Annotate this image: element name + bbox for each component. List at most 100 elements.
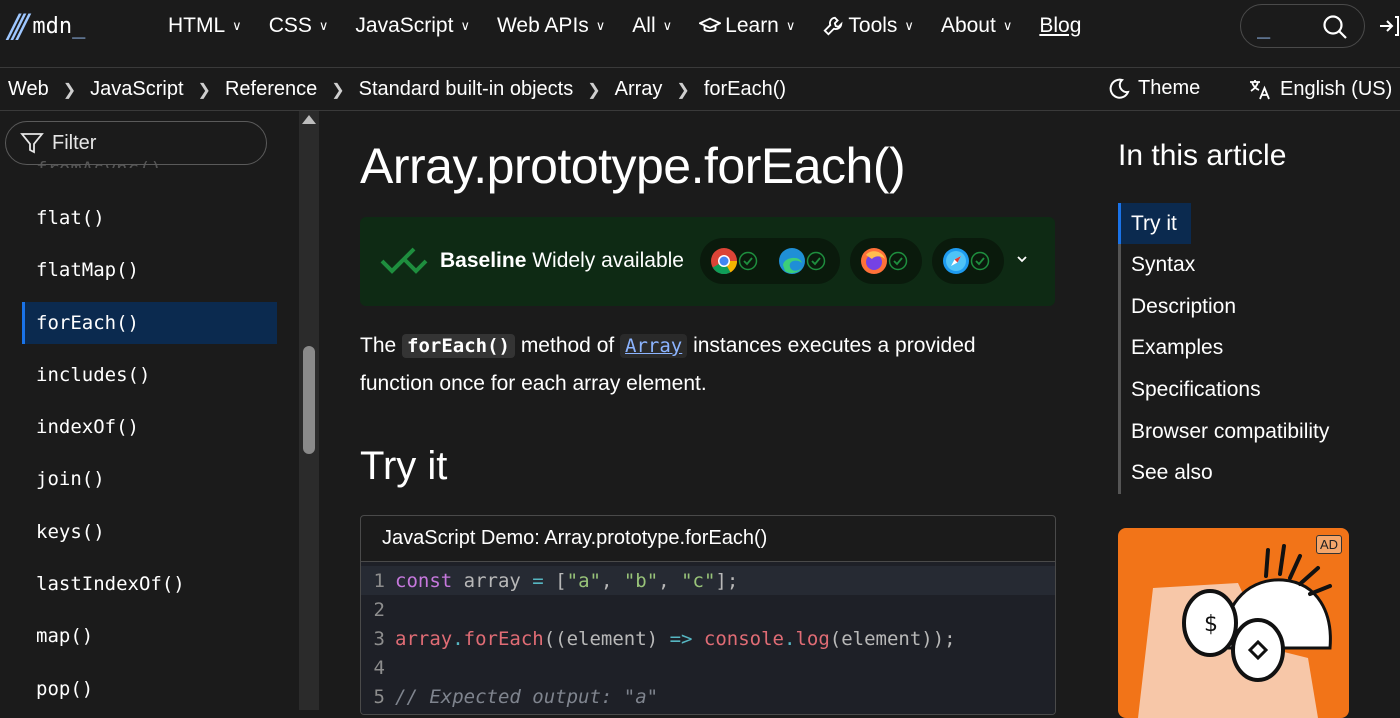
chevron-right-icon: ❯ [331,81,345,99]
line-number: 1 [373,569,385,592]
chevron-down-icon[interactable] [1015,252,1029,266]
breadcrumb-foreach[interactable]: forEach() [704,78,786,101]
sidebar-scrollbar[interactable] [299,111,319,710]
code-token: ]; [715,569,739,592]
firefox-icon [861,248,887,274]
nav-javascript[interactable]: JavaScript ∨ [355,14,470,38]
sidebar-item-lastindexof[interactable]: lastIndexOf() [22,558,277,610]
nav-html[interactable]: HTML ∨ [168,14,242,38]
sidebar-item-keys[interactable]: keys() [22,505,277,557]
breadcrumb-standard-built-in-objects[interactable]: Standard built-in objects [359,78,574,101]
supported-check-icon [806,251,826,271]
chevron-down-icon: ∨ [904,18,914,33]
chevron-down-icon: ∨ [595,18,606,33]
scrollbar-thumb[interactable] [303,346,315,454]
line-number: 5 [373,685,385,708]
baseline-check-icon [380,247,428,274]
breadcrumb-reference[interactable]: Reference [225,78,317,101]
toc-item-try-it[interactable]: Try it [1118,203,1191,244]
toc-item-see-also[interactable]: See also [1121,452,1358,494]
code-editor[interactable]: 1 const array = ["a", "b", "c"]; 2 3 array… [361,562,1055,714]
search-icon [1323,15,1347,39]
code-token: "c" [681,569,716,592]
supported-check-icon [970,251,990,271]
nav-label: About [940,14,996,37]
scroll-up-arrow-icon[interactable] [302,115,316,124]
mdn-logo[interactable]: /// mdn _ [8,7,86,45]
code-line[interactable]: 3 array. forEach ((element) => console. log(… [361,624,1055,653]
array-link[interactable]: Array [620,334,688,358]
mdn-logo-icon: /// [8,7,28,45]
nav-label: JavaScript [355,14,454,37]
code-token: (element)); [829,627,956,650]
filter-placeholder: Filter [52,131,97,154]
intro-text: method of [514,334,621,357]
language-button[interactable]: English (US) [1248,77,1392,101]
breadcrumb-web[interactable]: Web [8,78,49,101]
svg-text:$: $ [1204,612,1218,637]
sidebar-item-indexof[interactable]: indexOf() [22,401,277,453]
demo-title: JavaScript Demo: Array.prototype.forEach… [361,516,1055,562]
sidebar-item-flat[interactable]: flat() [22,192,277,244]
sidebar-item-foreach[interactable]: forEach() [22,301,277,344]
nav-blog-link[interactable]: Blog [1039,14,1081,38]
code-token: . [452,627,464,650]
chevron-right-icon: ❯ [197,81,211,99]
search-button[interactable]: _ [1240,4,1365,48]
nav-label: CSS [268,14,312,37]
try-it-heading: Try it [360,444,448,488]
moon-icon [1109,78,1130,99]
search-cursor: _ [1257,13,1271,39]
sidebar-item-includes[interactable]: includes() [22,349,277,401]
toc-item-browser-compatibility[interactable]: Browser compatibility [1121,411,1358,453]
chevron-down-icon: ∨ [785,18,796,33]
sidebar-item-pop[interactable]: pop() [22,662,277,710]
filter-icon [20,133,44,154]
code-line[interactable]: 1 const array = ["a", "b", "c"]; [361,566,1055,595]
advertisement[interactable]: $ AD [1118,528,1349,718]
sidebar-list: flat() flatMap() forEach() includes() in… [22,192,277,710]
supported-check-icon [738,251,758,271]
browser-group-safari [932,238,1004,284]
line-number: 2 [373,598,385,621]
sidebar: fromAsync() Filter flat() flatMap() forE… [0,111,300,710]
code-token: log [795,627,830,650]
nav-learn[interactable]: Learn ∨ [699,14,795,38]
page-title: Array.prototype.forEach() [360,138,906,194]
breadcrumb-javascript[interactable]: JavaScript [90,78,183,101]
nav-css[interactable]: CSS ∨ [269,14,329,38]
code-token: forEach [463,627,544,650]
sidebar-item-flatmap[interactable]: flatMap() [22,244,277,296]
filter-input[interactable]: Filter [5,121,267,165]
logo-cursor: _ [72,13,86,39]
breadcrumb-array[interactable]: Array [615,78,663,101]
code-comment: // Expected output: "a" [395,685,659,708]
intro-paragraph: The forEach() method of Array instances … [360,327,1050,402]
nav-about[interactable]: About ∨ [941,14,1012,38]
code-token: ((element) [543,627,670,650]
theme-button[interactable]: Theme [1108,77,1200,100]
login-icon[interactable] [1378,14,1400,38]
toc-item-description[interactable]: Description [1121,286,1358,328]
sidebar-item-map[interactable]: map() [22,610,277,662]
code-line[interactable]: 5 // Expected output: "a" [361,682,1055,711]
logo-text: mdn [32,13,73,39]
code-line[interactable]: 4 [361,653,1055,682]
toc-item-syntax[interactable]: Syntax [1121,244,1358,286]
toc-item-specifications[interactable]: Specifications [1121,369,1358,411]
nav-web-apis[interactable]: Web APIs ∨ [497,14,605,38]
code-token: [ [543,569,567,592]
code-line[interactable]: 2 [361,595,1055,624]
chevron-down-icon: ∨ [662,18,673,33]
nav-tools[interactable]: Tools ∨ [822,14,914,38]
baseline-banner[interactable]: Baseline Widely available [360,217,1055,306]
code-token: . [784,627,796,650]
nav-all[interactable]: All ∨ [632,14,672,38]
chevron-right-icon: ❯ [587,81,601,99]
toc-item-examples[interactable]: Examples [1121,327,1358,369]
toc-list: Try it Syntax Description Examples Speci… [1118,203,1358,495]
intro-text: The [360,334,403,357]
browser-group-chrome-edge [700,238,840,284]
code-token: console [703,627,784,650]
sidebar-item-join[interactable]: join() [22,453,277,505]
